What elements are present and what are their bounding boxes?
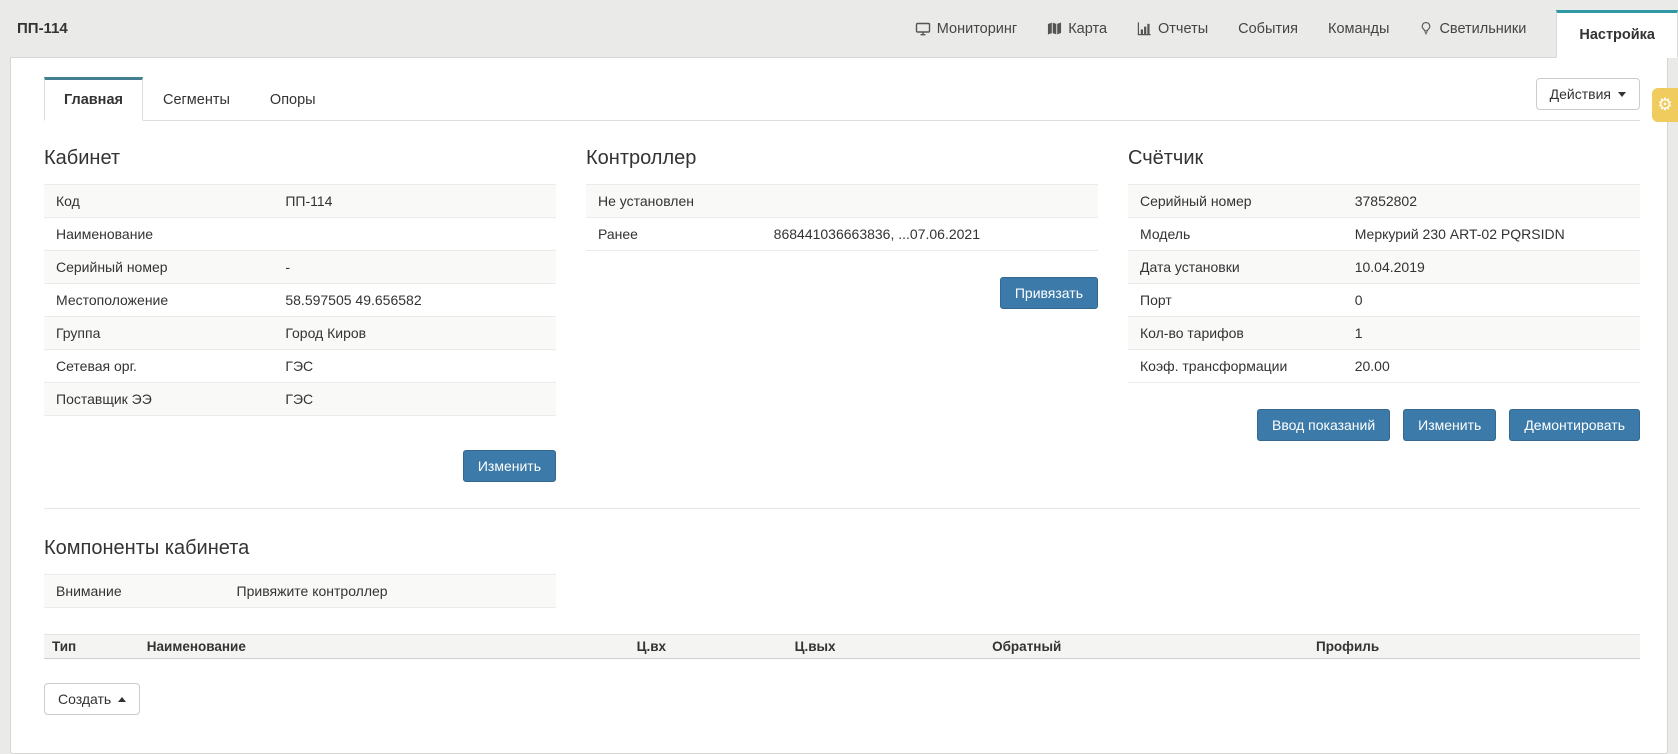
nav-item-luminaires[interactable]: Светильники bbox=[1419, 21, 1526, 37]
tab-main[interactable]: Главная bbox=[44, 77, 143, 121]
table-row: Серийный номер 37852802 bbox=[1128, 184, 1640, 217]
controller-bind-button[interactable]: Привязать bbox=[1000, 277, 1098, 309]
column-header-profile: Профиль bbox=[1316, 639, 1632, 654]
cabinet-actions: Изменить bbox=[44, 450, 556, 482]
inner-tabs: Главная Сегменты Опоры Действия bbox=[44, 76, 1640, 121]
column-header-reverse: Обратный bbox=[992, 639, 1316, 654]
main-panel: Главная Сегменты Опоры Действия Кабинет … bbox=[10, 57, 1668, 754]
table-row: Коэф. трансформации 20.00 bbox=[1128, 349, 1640, 382]
caret-down-icon bbox=[1618, 92, 1626, 97]
nav-item-label: События bbox=[1238, 21, 1298, 37]
nav-item-events[interactable]: События bbox=[1238, 21, 1298, 37]
components-table-header: Тип Наименование Ц.вх Ц.вых Обратный Про… bbox=[44, 634, 1640, 659]
topbar: ПП-114 Мониторинг Карта Отчеты События К… bbox=[0, 0, 1678, 57]
components-warning-row: Внимание Привяжите контроллер bbox=[44, 574, 556, 608]
top-navigation: Мониторинг Карта Отчеты События Команды … bbox=[915, 0, 1678, 57]
monitor-icon bbox=[915, 21, 931, 37]
meter-section-title: Счётчик bbox=[1128, 147, 1640, 170]
tab-segments[interactable]: Сегменты bbox=[143, 79, 250, 120]
meter-readings-button[interactable]: Ввод показаний bbox=[1257, 409, 1390, 441]
table-row: Группа Город Киров bbox=[44, 316, 556, 349]
cabinet-section: Кабинет Код ПП-114 Наименование Серийный… bbox=[44, 147, 556, 482]
bar-chart-icon bbox=[1137, 21, 1152, 36]
table-row: Серийный номер - bbox=[44, 250, 556, 283]
create-dropdown-button[interactable]: Создать bbox=[44, 683, 140, 715]
table-row: Порт 0 bbox=[1128, 283, 1640, 316]
nav-item-label: Отчеты bbox=[1158, 21, 1208, 37]
nav-item-map[interactable]: Карта bbox=[1047, 21, 1107, 37]
controller-table: Не установлен Ранее 868441036663836, ...… bbox=[586, 184, 1098, 251]
nav-item-label: Команды bbox=[1328, 21, 1389, 37]
controller-section: Контроллер Не установлен Ранее 868441036… bbox=[586, 147, 1098, 482]
settings-gear-button[interactable]: ⚙ bbox=[1652, 88, 1678, 122]
column-header-type: Тип bbox=[52, 639, 147, 654]
nav-item-reports[interactable]: Отчеты bbox=[1137, 21, 1208, 37]
controller-actions: Привязать bbox=[586, 277, 1098, 309]
page-title: ПП-114 bbox=[17, 20, 68, 37]
table-row: Местоположение 58.597505 49.656582 bbox=[44, 283, 556, 316]
table-row: Наименование bbox=[44, 217, 556, 250]
tab-poles[interactable]: Опоры bbox=[250, 79, 336, 120]
table-row: Ранее 868441036663836, ...07.06.2021 bbox=[586, 217, 1098, 250]
meter-dismantle-button[interactable]: Демонтировать bbox=[1509, 409, 1640, 441]
gear-icon: ⚙ bbox=[1657, 97, 1672, 114]
controller-status: Не установлен bbox=[598, 193, 694, 209]
controller-status-row: Не установлен bbox=[586, 184, 1098, 217]
nav-tab-settings-active[interactable]: Настройка bbox=[1556, 10, 1678, 58]
table-row: Модель Меркурий 230 ART-02 PQRSIDN bbox=[1128, 217, 1640, 250]
nav-item-commands[interactable]: Команды bbox=[1328, 21, 1389, 37]
nav-item-label: Мониторинг bbox=[937, 21, 1017, 37]
meter-edit-button[interactable]: Изменить bbox=[1403, 409, 1496, 441]
column-header-output-circuit: Ц.вых bbox=[795, 639, 993, 654]
components-section: Компоненты кабинета Внимание Привяжите к… bbox=[44, 537, 1640, 715]
controller-section-title: Контроллер bbox=[586, 147, 1098, 170]
components-section-title: Компоненты кабинета bbox=[44, 537, 1640, 560]
table-row: Поставщик ЭЭ ГЭС bbox=[44, 382, 556, 415]
table-row: Код ПП-114 bbox=[44, 184, 556, 217]
caret-up-icon bbox=[118, 697, 126, 702]
map-icon bbox=[1047, 21, 1062, 36]
nav-item-monitoring[interactable]: Мониторинг bbox=[915, 21, 1017, 37]
table-row: Кол-во тарифов 1 bbox=[1128, 316, 1640, 349]
table-row: Дата установки 10.04.2019 bbox=[1128, 250, 1640, 283]
meter-table: Серийный номер 37852802 Модель Меркурий … bbox=[1128, 184, 1640, 383]
cabinet-edit-button[interactable]: Изменить bbox=[463, 450, 556, 482]
meter-section: Счётчик Серийный номер 37852802 Модель М… bbox=[1128, 147, 1640, 482]
column-header-name: Наименование bbox=[147, 639, 637, 654]
nav-item-label: Карта bbox=[1068, 21, 1107, 37]
actions-dropdown-button[interactable]: Действия bbox=[1536, 78, 1640, 110]
nav-item-label: Светильники bbox=[1439, 21, 1526, 37]
bulb-icon bbox=[1419, 21, 1433, 36]
cabinet-table: Код ПП-114 Наименование Серийный номер -… bbox=[44, 184, 556, 416]
column-header-input-circuit: Ц.вх bbox=[637, 639, 795, 654]
section-divider bbox=[44, 508, 1640, 509]
cabinet-section-title: Кабинет bbox=[44, 147, 556, 170]
table-row: Сетевая орг. ГЭС bbox=[44, 349, 556, 382]
meter-actions: Ввод показаний Изменить Демонтировать bbox=[1128, 409, 1640, 441]
info-columns: Кабинет Код ПП-114 Наименование Серийный… bbox=[44, 147, 1640, 482]
